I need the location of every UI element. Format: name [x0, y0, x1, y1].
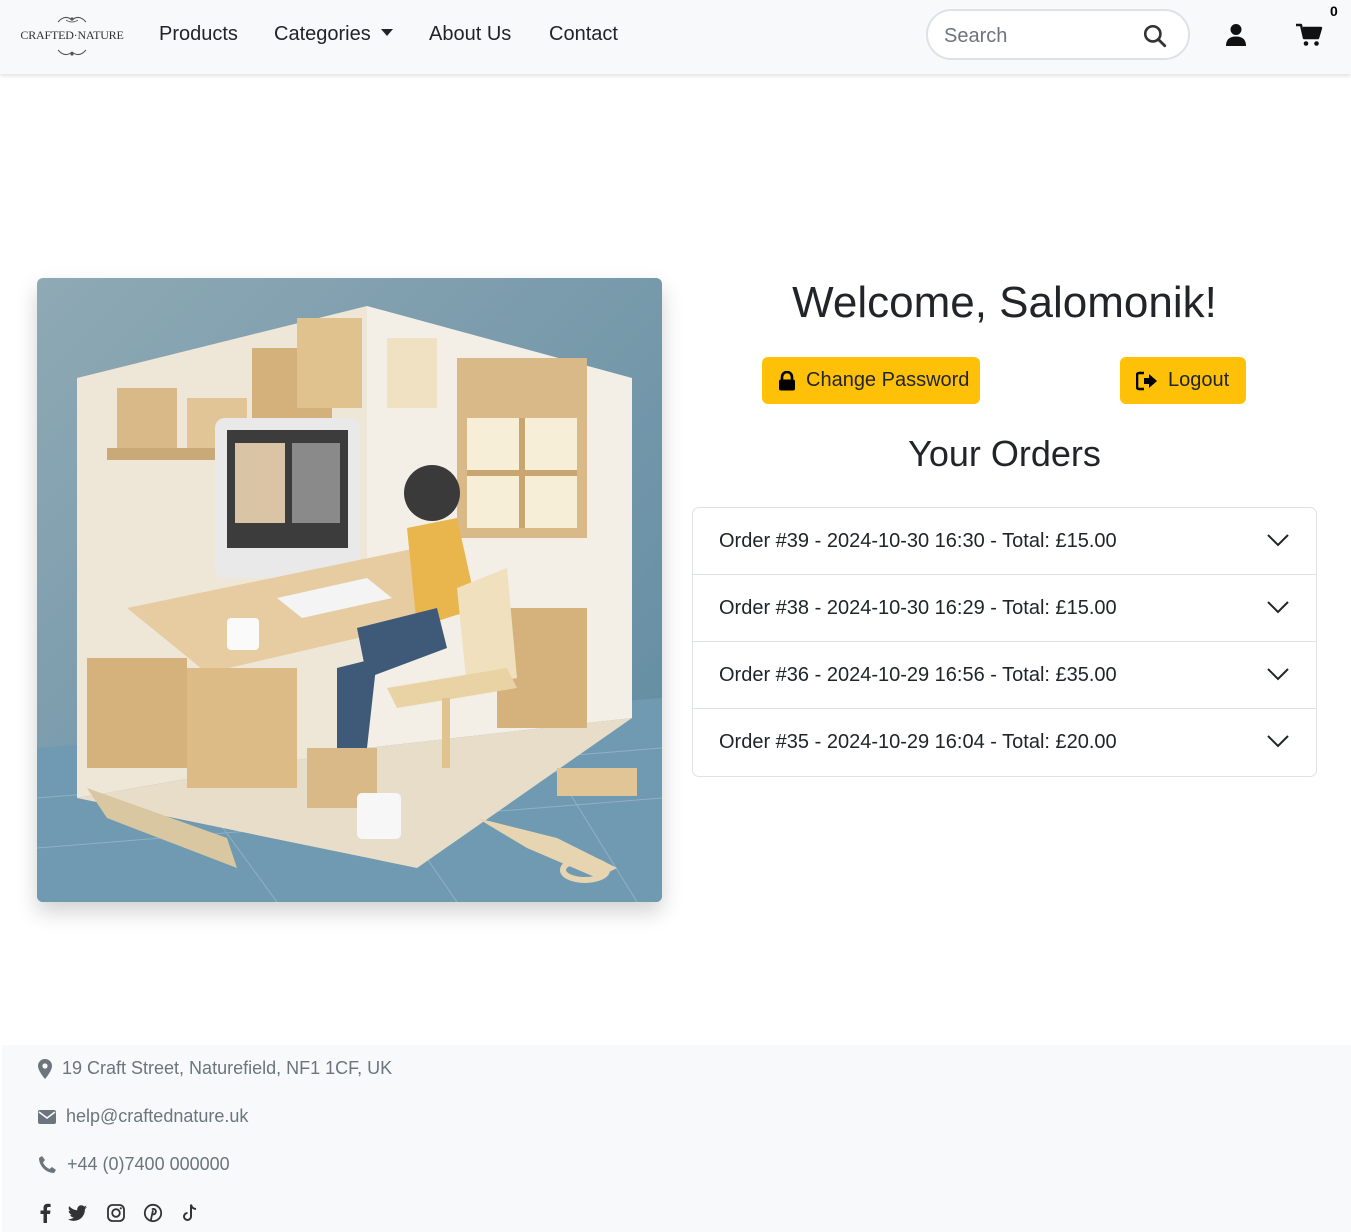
nav-products[interactable]: Products: [159, 23, 238, 46]
footer: 19 Craft Street, Naturefield, NF1 1CF, U…: [2, 1045, 1351, 1232]
search-icon[interactable]: [1142, 23, 1168, 49]
twitter-icon[interactable]: [68, 1203, 88, 1223]
search-input[interactable]: [944, 23, 1134, 49]
sign-out-icon: [1136, 371, 1157, 390]
facebook-icon[interactable]: [36, 1203, 56, 1223]
welcome-heading: Welcome, Salomonik!: [792, 278, 1217, 327]
caret-down-icon: [380, 29, 393, 36]
footer-address: 19 Craft Street, Naturefield, NF1 1CF, U…: [38, 1058, 392, 1079]
footer-phone[interactable]: +44 (0)7400 000000: [38, 1154, 230, 1175]
footer-email-text: help@craftednature.uk: [66, 1106, 249, 1126]
footer-phone-text: +44 (0)7400 000000: [67, 1154, 230, 1174]
orders-accordion: Order #39 - 2024-10-30 16:30 - Total: £1…: [692, 507, 1317, 777]
change-password-label: Change Password: [806, 369, 970, 391]
hero-image: [37, 278, 662, 902]
instagram-icon[interactable]: [106, 1203, 126, 1223]
navbar: CRAFTED·NATURE Products Categories About…: [0, 0, 1351, 74]
order-summary: Order #39 - 2024-10-30 16:30 - Total: £1…: [719, 530, 1117, 552]
order-summary: Order #38 - 2024-10-30 16:29 - Total: £1…: [719, 597, 1117, 619]
cart-count-badge: 0: [1330, 3, 1338, 19]
order-summary: Order #35 - 2024-10-29 16:04 - Total: £2…: [719, 731, 1117, 753]
order-accordion-item[interactable]: Order #38 - 2024-10-30 16:29 - Total: £1…: [693, 575, 1316, 642]
tiktok-icon[interactable]: [180, 1203, 200, 1223]
order-accordion-item[interactable]: Order #36 - 2024-10-29 16:56 - Total: £3…: [693, 642, 1316, 709]
cart-icon[interactable]: [1295, 23, 1323, 47]
order-summary: Order #36 - 2024-10-29 16:56 - Total: £3…: [719, 664, 1117, 686]
logo-text: CRAFTED·NATURE: [20, 28, 124, 42]
nav-categories[interactable]: Categories: [274, 23, 393, 46]
chevron-down-icon: [1267, 534, 1289, 547]
map-marker-icon: [38, 1058, 52, 1079]
nav-categories-label: Categories: [274, 23, 371, 45]
nav-contact[interactable]: Contact: [549, 23, 618, 46]
lock-icon: [779, 370, 795, 390]
order-accordion-item[interactable]: Order #39 - 2024-10-30 16:30 - Total: £1…: [693, 508, 1316, 575]
search-form: [926, 9, 1190, 60]
order-accordion-item[interactable]: Order #35 - 2024-10-29 16:04 - Total: £2…: [693, 709, 1316, 776]
footer-address-text: 19 Craft Street, Naturefield, NF1 1CF, U…: [62, 1058, 393, 1078]
logout-button[interactable]: Logout: [1120, 357, 1246, 404]
nav-about-us[interactable]: About Us: [429, 23, 511, 46]
chevron-down-icon: [1267, 601, 1289, 614]
orders-heading: Your Orders: [908, 433, 1101, 474]
logout-label: Logout: [1168, 369, 1230, 391]
user-icon[interactable]: [1224, 23, 1248, 47]
chevron-down-icon: [1267, 668, 1289, 681]
pinterest-icon[interactable]: [143, 1203, 163, 1223]
footer-email[interactable]: help@craftednature.uk: [38, 1106, 248, 1127]
phone-icon: [39, 1156, 56, 1173]
envelope-icon: [38, 1109, 56, 1124]
brand-logo[interactable]: CRAFTED·NATURE: [18, 12, 126, 60]
chevron-down-icon: [1267, 735, 1289, 748]
change-password-button[interactable]: Change Password: [762, 357, 980, 404]
